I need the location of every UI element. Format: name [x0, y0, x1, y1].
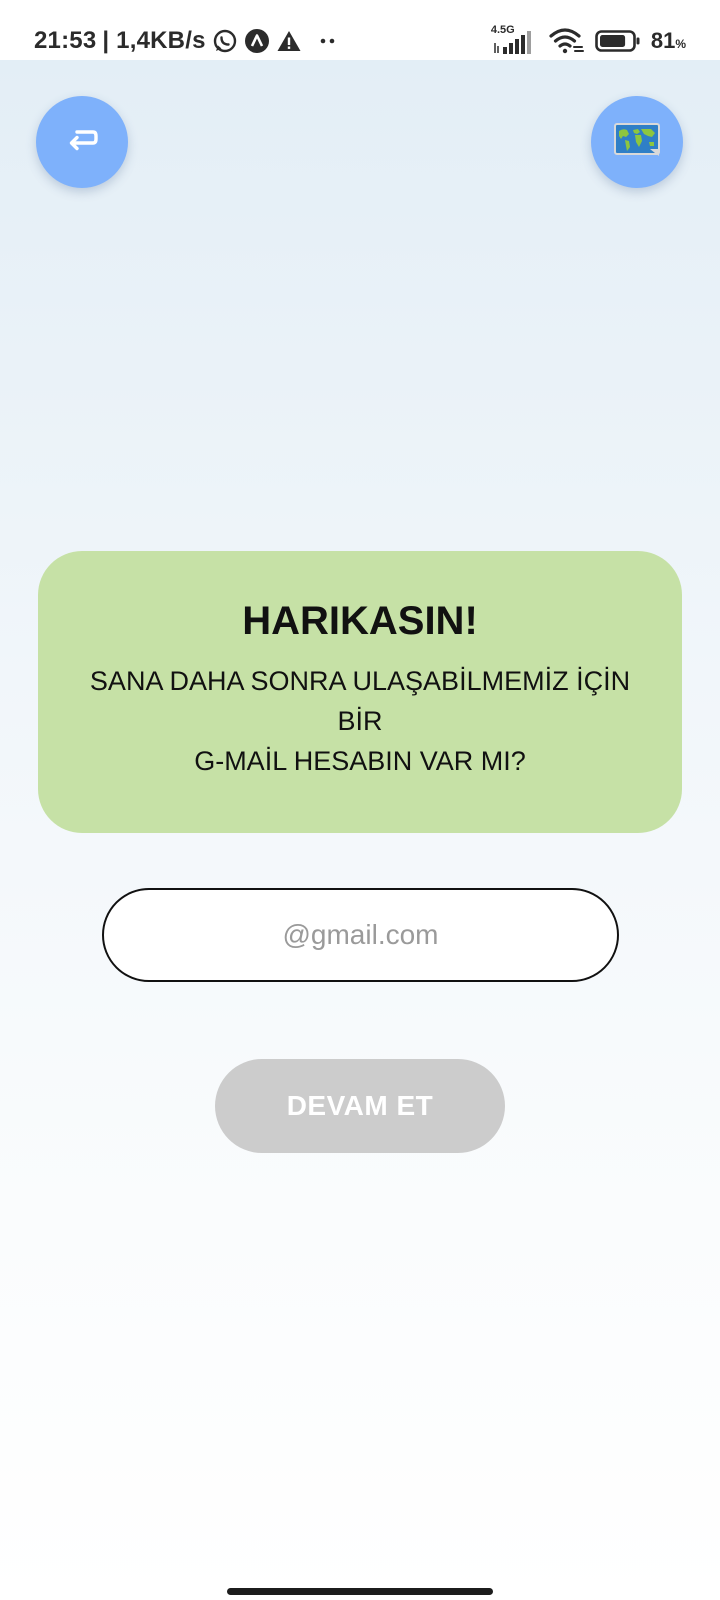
- wifi-icon: [549, 27, 585, 55]
- world-map-icon: [614, 122, 660, 162]
- signal-icon: 4.5G: [491, 24, 539, 56]
- status-bar-left: 21:53 | 1,4KB/s: [34, 24, 338, 58]
- return-arrow-icon: [65, 127, 99, 158]
- message-card: HARIKASIN! SANA DAHA SONRA ULAŞABİLMEMİZ…: [38, 551, 682, 833]
- home-indicator[interactable]: [227, 1588, 493, 1595]
- email-input[interactable]: [102, 888, 619, 982]
- battery-unit: %: [675, 37, 686, 51]
- card-message-line: BİR: [337, 706, 383, 736]
- battery-percentage: 81%: [651, 28, 686, 54]
- warning-icon: [276, 29, 302, 53]
- more-dots-icon: [318, 36, 338, 46]
- back-button[interactable]: [36, 96, 128, 188]
- app-notification-icon: [244, 28, 270, 54]
- continue-button[interactable]: DEVAM ET: [215, 1059, 505, 1153]
- card-message: SANA DAHA SONRA ULAŞABİLMEMİZ İÇİN BİR G…: [38, 661, 682, 781]
- clock: 21:53: [34, 27, 97, 54]
- card-message-line: SANA DAHA SONRA ULAŞABİLMEMİZ İÇİN: [89, 666, 631, 696]
- battery-level: 81: [650, 28, 676, 53]
- language-button[interactable]: [591, 96, 683, 188]
- status-bar: 21:53 | 1,4KB/s 4.5G 81%: [0, 0, 720, 60]
- app-screen: HARIKASIN! SANA DAHA SONRA ULAŞABİLMEMİZ…: [0, 60, 720, 1600]
- whatsapp-icon: [212, 28, 238, 54]
- card-title: HARIKASIN!: [242, 599, 478, 643]
- status-bar-right: 4.5G 81%: [491, 24, 686, 58]
- card-message-line: G-MAİL HESABIN VAR MI?: [194, 746, 526, 776]
- network-speed: | 1,4KB/s: [102, 27, 206, 54]
- battery-icon: [595, 29, 641, 53]
